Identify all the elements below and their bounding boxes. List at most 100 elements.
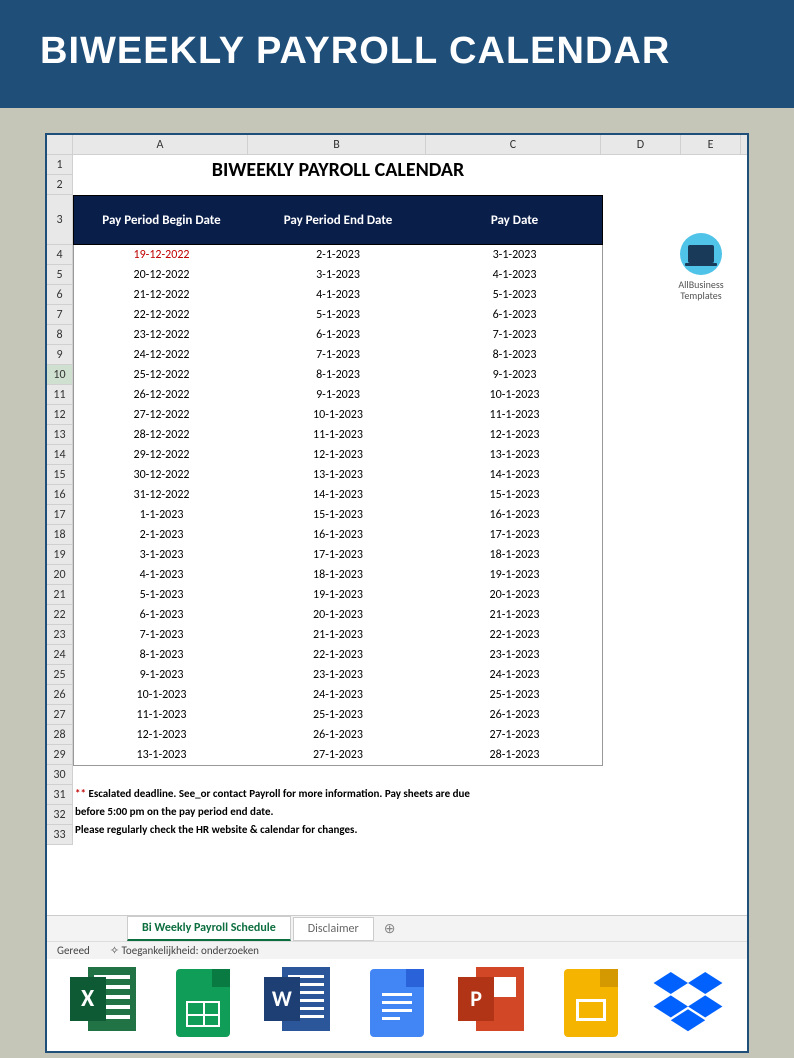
cell-end[interactable]: 12-1-2023 xyxy=(249,445,427,465)
row-header[interactable]: 23 xyxy=(47,625,73,645)
row-header[interactable]: 19 xyxy=(47,545,73,565)
cell-begin[interactable]: 19-12-2022 xyxy=(74,245,249,265)
column-header-d[interactable]: D xyxy=(601,135,681,154)
cell-end[interactable]: 23-1-2023 xyxy=(249,665,427,685)
cell-begin[interactable]: 2-1-2023 xyxy=(74,525,249,545)
row-header[interactable]: 20 xyxy=(47,565,73,585)
powerpoint-icon[interactable]: P xyxy=(458,967,530,1039)
table-row[interactable]: 24-12-20227-1-20238-1-2023 xyxy=(74,345,602,365)
row-header[interactable]: 27 xyxy=(47,705,73,725)
cell-begin[interactable]: 3-1-2023 xyxy=(74,545,249,565)
cell-end[interactable]: 13-1-2023 xyxy=(249,465,427,485)
table-row[interactable]: 10-1-202324-1-202325-1-2023 xyxy=(74,685,602,705)
cell-pay[interactable]: 27-1-2023 xyxy=(427,725,602,745)
column-header-b[interactable]: B xyxy=(248,135,426,154)
cell-end[interactable]: 21-1-2023 xyxy=(249,625,427,645)
cell-begin[interactable]: 31-12-2022 xyxy=(74,485,249,505)
cell-begin[interactable]: 1-1-2023 xyxy=(74,505,249,525)
cell-end[interactable]: 8-1-2023 xyxy=(249,365,427,385)
table-row[interactable]: 22-12-20225-1-20236-1-2023 xyxy=(74,305,602,325)
cell-begin[interactable]: 8-1-2023 xyxy=(74,645,249,665)
cell-pay[interactable]: 19-1-2023 xyxy=(427,565,602,585)
cell-pay[interactable]: 16-1-2023 xyxy=(427,505,602,525)
excel-icon[interactable]: X xyxy=(70,967,142,1039)
table-row[interactable]: 8-1-202322-1-202323-1-2023 xyxy=(74,645,602,665)
cell-begin[interactable]: 5-1-2023 xyxy=(74,585,249,605)
row-header[interactable]: 32 xyxy=(47,805,73,825)
cell-end[interactable]: 16-1-2023 xyxy=(249,525,427,545)
row-header[interactable]: 8 xyxy=(47,325,73,345)
cell-begin[interactable]: 7-1-2023 xyxy=(74,625,249,645)
row-header[interactable]: 21 xyxy=(47,585,73,605)
cell-end[interactable]: 10-1-2023 xyxy=(249,405,427,425)
dropbox-icon[interactable] xyxy=(652,967,724,1039)
cell-pay[interactable]: 6-1-2023 xyxy=(427,305,602,325)
logo-box[interactable]: AllBusiness Templates xyxy=(665,233,737,301)
cell-pay[interactable]: 10-1-2023 xyxy=(427,385,602,405)
cell-begin[interactable]: 27-12-2022 xyxy=(74,405,249,425)
cell-end[interactable]: 14-1-2023 xyxy=(249,485,427,505)
row-header[interactable]: 25 xyxy=(47,665,73,685)
row-header[interactable]: 11 xyxy=(47,385,73,405)
cell-pay[interactable]: 22-1-2023 xyxy=(427,625,602,645)
table-row[interactable]: 2-1-202316-1-202317-1-2023 xyxy=(74,525,602,545)
row-header[interactable]: 29 xyxy=(47,745,73,765)
cell-pay[interactable]: 17-1-2023 xyxy=(427,525,602,545)
table-row[interactable]: 26-12-20229-1-202310-1-2023 xyxy=(74,385,602,405)
select-all-corner[interactable] xyxy=(47,135,73,154)
row-header[interactable]: 17 xyxy=(47,505,73,525)
google-slides-icon[interactable] xyxy=(555,967,627,1039)
cell-begin[interactable]: 30-12-2022 xyxy=(74,465,249,485)
cell-end[interactable]: 17-1-2023 xyxy=(249,545,427,565)
cell-begin[interactable]: 24-12-2022 xyxy=(74,345,249,365)
row-header[interactable]: 7 xyxy=(47,305,73,325)
cell-end[interactable]: 20-1-2023 xyxy=(249,605,427,625)
cell-pay[interactable]: 12-1-2023 xyxy=(427,425,602,445)
cell-begin[interactable]: 12-1-2023 xyxy=(74,725,249,745)
row-header[interactable]: 30 xyxy=(47,765,73,785)
cell-end[interactable]: 7-1-2023 xyxy=(249,345,427,365)
table-row[interactable]: 30-12-202213-1-202314-1-2023 xyxy=(74,465,602,485)
table-row[interactable]: 12-1-202326-1-202327-1-2023 xyxy=(74,725,602,745)
table-row[interactable]: 29-12-202212-1-202313-1-2023 xyxy=(74,445,602,465)
cell-begin[interactable]: 26-12-2022 xyxy=(74,385,249,405)
table-row[interactable]: 6-1-202320-1-202321-1-2023 xyxy=(74,605,602,625)
table-row[interactable]: 23-12-20226-1-20237-1-2023 xyxy=(74,325,602,345)
cell-end[interactable]: 11-1-2023 xyxy=(249,425,427,445)
table-row[interactable]: 7-1-202321-1-202322-1-2023 xyxy=(74,625,602,645)
row-header[interactable]: 5 xyxy=(47,265,73,285)
cell-begin[interactable]: 29-12-2022 xyxy=(74,445,249,465)
cell-begin[interactable]: 22-12-2022 xyxy=(74,305,249,325)
table-row[interactable]: 27-12-202210-1-202311-1-2023 xyxy=(74,405,602,425)
row-header[interactable]: 6 xyxy=(47,285,73,305)
cell-pay[interactable]: 21-1-2023 xyxy=(427,605,602,625)
table-row[interactable]: 31-12-202214-1-202315-1-2023 xyxy=(74,485,602,505)
row-header[interactable]: 9 xyxy=(47,345,73,365)
cell-begin[interactable]: 9-1-2023 xyxy=(74,665,249,685)
cell-pay[interactable]: 9-1-2023 xyxy=(427,365,602,385)
cell-begin[interactable]: 25-12-2022 xyxy=(74,365,249,385)
cell-pay[interactable]: 24-1-2023 xyxy=(427,665,602,685)
cell-begin[interactable]: 4-1-2023 xyxy=(74,565,249,585)
cell-pay[interactable]: 18-1-2023 xyxy=(427,545,602,565)
cell-begin[interactable]: 28-12-2022 xyxy=(74,425,249,445)
column-header-e[interactable]: E xyxy=(681,135,741,154)
row-header[interactable]: 15 xyxy=(47,465,73,485)
row-header[interactable]: 14 xyxy=(47,445,73,465)
cell-end[interactable]: 15-1-2023 xyxy=(249,505,427,525)
row-header[interactable]: 31 xyxy=(47,785,73,805)
cell-pay[interactable]: 26-1-2023 xyxy=(427,705,602,725)
cell-pay[interactable]: 7-1-2023 xyxy=(427,325,602,345)
cell-pay[interactable]: 4-1-2023 xyxy=(427,265,602,285)
row-header[interactable]: 24 xyxy=(47,645,73,665)
cell-begin[interactable]: 10-1-2023 xyxy=(74,685,249,705)
cell-pay[interactable]: 25-1-2023 xyxy=(427,685,602,705)
row-header[interactable]: 18 xyxy=(47,525,73,545)
table-row[interactable]: 9-1-202323-1-202324-1-2023 xyxy=(74,665,602,685)
cell-end[interactable]: 4-1-2023 xyxy=(249,285,427,305)
column-header-c[interactable]: C xyxy=(426,135,601,154)
row-header[interactable]: 33 xyxy=(47,825,73,845)
table-row[interactable]: 4-1-202318-1-202319-1-2023 xyxy=(74,565,602,585)
cell-end[interactable]: 19-1-2023 xyxy=(249,585,427,605)
cell-pay[interactable]: 20-1-2023 xyxy=(427,585,602,605)
